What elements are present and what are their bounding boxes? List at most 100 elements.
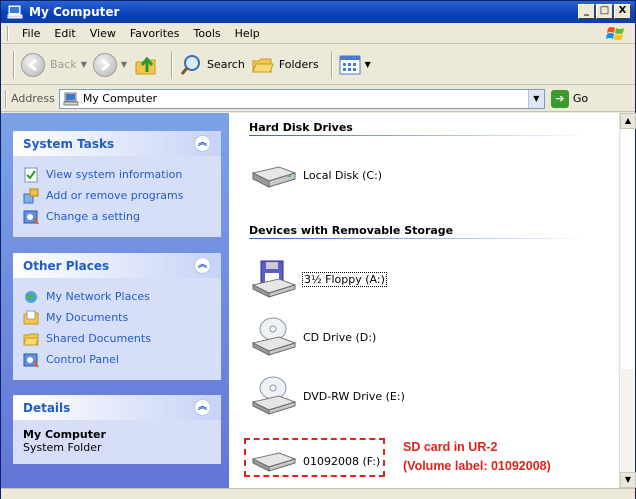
annotation-line-1: SD card in UR-2 (403, 440, 498, 454)
minimize-button[interactable]: _ (578, 4, 595, 19)
scroll-track[interactable] (621, 129, 635, 369)
task-add-remove-programs[interactable]: Add or remove programs (23, 185, 211, 206)
collapse-chevron-icon[interactable]: ︽ (194, 257, 211, 274)
drive-floppy-a[interactable]: 3½ Floppy (A:) (249, 259, 387, 299)
toolbar-separator (171, 50, 174, 79)
place-label: My Network Places (46, 290, 150, 303)
menu-grip (7, 25, 9, 41)
task-label: View system information (46, 168, 183, 181)
other-places-header[interactable]: Other Places ︽ (13, 253, 221, 278)
close-button[interactable]: X (614, 4, 631, 19)
cd-drive-icon (251, 317, 297, 356)
drive-label: 3½ Floppy (A:) (302, 271, 387, 287)
explorer-window: My Computer _ □ X File Edit View Favorit… (0, 0, 636, 499)
drive-label: CD Drive (D:) (303, 330, 377, 344)
go-arrow-icon: ➔ (550, 89, 569, 108)
collapse-chevron-icon[interactable]: ︽ (194, 135, 211, 152)
views-icon (339, 55, 361, 74)
address-bar: Address My Computer ▼ ➔ Go (1, 86, 635, 112)
scroll-down-icon[interactable]: ▼ (620, 472, 636, 488)
task-label: Change a setting (46, 210, 140, 223)
back-arrow-icon (21, 52, 45, 77)
network-places-icon (25, 290, 37, 303)
details-title: Details (23, 400, 71, 415)
my-documents-icon (23, 310, 39, 324)
forward-arrow-icon (92, 52, 117, 77)
menu-view[interactable]: View (83, 27, 123, 40)
removable-storage-header: Devices with Removable Storage (249, 224, 454, 237)
details-panel: Details ︽ My Computer System Folder (13, 395, 221, 464)
place-shared-documents[interactable]: Shared Documents (23, 328, 211, 349)
address-label: Address (11, 92, 55, 105)
drive-dvd-rw-e[interactable]: DVD-RW Drive (E:) (249, 376, 405, 416)
up-button[interactable] (133, 52, 159, 78)
task-pane: System Tasks ︽ View system information A… (1, 113, 229, 488)
place-label: Shared Documents (46, 332, 151, 345)
system-tasks-header[interactable]: System Tasks ︽ (13, 131, 221, 156)
collapse-chevron-icon[interactable]: ︽ (194, 399, 211, 416)
menu-help[interactable]: Help (228, 27, 267, 40)
views-dropdown-icon[interactable]: ▼ (365, 60, 371, 69)
menu-file[interactable]: File (15, 27, 47, 40)
other-places-panel: Other Places ︽ My Network Places My Docu… (13, 253, 221, 380)
annotation-callout: SD card in UR-2 (Volume label: 01092008) (403, 438, 551, 476)
go-label: Go (572, 92, 589, 105)
go-button[interactable]: ➔ Go (550, 89, 589, 108)
annotation-line-2: (Volume label: 01092008) (403, 459, 551, 473)
task-change-setting[interactable]: Change a setting (23, 206, 211, 227)
hard-disk-drives-header: Hard Disk Drives (249, 121, 353, 134)
place-control-panel[interactable]: Control Panel (23, 349, 211, 370)
search-icon (180, 54, 201, 75)
place-label: My Documents (46, 311, 129, 324)
address-value: My Computer (82, 92, 157, 105)
toolbar-grip (13, 50, 15, 79)
shared-documents-icon (23, 333, 39, 345)
title-bar[interactable]: My Computer _ □ X (1, 1, 635, 23)
address-input[interactable]: My Computer ▼ (58, 88, 545, 109)
system-info-icon (24, 167, 38, 182)
other-places-title: Other Places (23, 258, 110, 273)
forward-dropdown-icon[interactable]: ▼ (121, 60, 127, 69)
menu-bar: File Edit View Favorites Tools Help (1, 23, 635, 44)
address-grip (5, 89, 7, 108)
windows-logo-icon (606, 27, 624, 40)
task-view-system-info[interactable]: View system information (23, 164, 211, 185)
views-button[interactable]: ▼ (339, 54, 371, 76)
folders-label: Folders (278, 58, 319, 71)
menu-edit[interactable]: Edit (47, 27, 82, 40)
menu-favorites[interactable]: Favorites (123, 27, 187, 40)
folders-icon (252, 58, 274, 72)
forward-button[interactable]: ▼ (92, 52, 127, 77)
scroll-up-icon[interactable]: ▲ (620, 113, 636, 129)
menu-tools[interactable]: Tools (187, 27, 228, 40)
my-computer-icon (7, 5, 23, 19)
toolbar-separator-2 (330, 50, 333, 79)
drive-local-disk-c[interactable]: Local Disk (C:) (249, 155, 382, 195)
back-button[interactable]: Back ▼ (21, 52, 87, 77)
place-my-network-places[interactable]: My Network Places (23, 286, 211, 307)
maximize-button[interactable]: □ (596, 4, 613, 19)
drive-cd-d[interactable]: CD Drive (D:) (249, 317, 376, 357)
search-label: Search (207, 58, 245, 71)
details-name: My Computer (23, 428, 106, 441)
details-type: System Folder (23, 441, 102, 454)
vertical-scrollbar[interactable]: ▲ ▼ (619, 113, 636, 488)
details-header[interactable]: Details ︽ (13, 395, 221, 420)
task-label: Add or remove programs (46, 189, 184, 202)
search-button[interactable]: Search (179, 53, 245, 77)
back-dropdown-icon[interactable]: ▼ (81, 60, 87, 69)
place-my-documents[interactable]: My Documents (23, 307, 211, 328)
dvd-drive-icon (251, 376, 297, 415)
address-dropdown-icon[interactable]: ▼ (527, 89, 544, 108)
control-panel-icon (23, 210, 39, 225)
drive-label: DVD-RW Drive (E:) (303, 389, 405, 403)
status-bar (1, 488, 635, 499)
drive-label: Local Disk (C:) (303, 168, 383, 182)
folder-up-icon (135, 56, 156, 74)
system-tasks-title: System Tasks (23, 136, 115, 151)
group-divider (249, 135, 589, 136)
control-panel-icon (23, 353, 39, 368)
folders-button[interactable]: Folders (251, 53, 319, 77)
group-divider (249, 238, 589, 239)
annotation-highlight-box (244, 438, 385, 477)
